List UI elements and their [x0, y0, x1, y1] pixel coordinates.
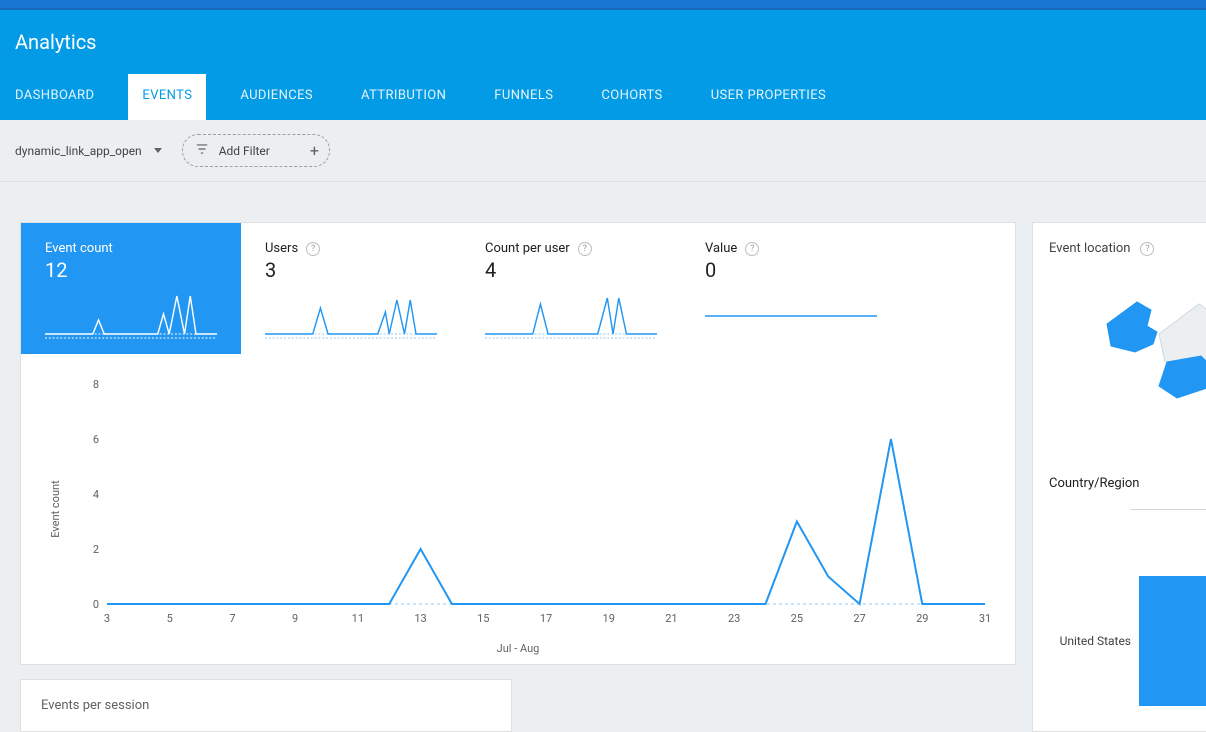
svg-text:6: 6	[93, 433, 99, 446]
add-filter-label: Add Filter	[219, 144, 270, 158]
svg-text:4: 4	[93, 488, 99, 501]
sparkline-value	[705, 294, 877, 340]
tab-user-properties[interactable]: USER PROPERTIES	[711, 74, 826, 120]
svg-text:15: 15	[477, 612, 489, 625]
svg-text:13: 13	[414, 612, 426, 625]
content-area: Event count 12 Users ?	[0, 182, 1206, 732]
main-column: Event count 12 Users ?	[20, 222, 1016, 732]
svg-text:25: 25	[791, 612, 803, 625]
help-icon[interactable]: ?	[1140, 242, 1154, 256]
tab-bar: DASHBOARD EVENTS AUDIENCES ATTRIBUTION F…	[0, 74, 1206, 120]
svg-text:3: 3	[104, 612, 110, 625]
svg-text:19: 19	[603, 612, 615, 625]
country-bar	[1139, 576, 1206, 706]
stat-label-text: Users	[265, 241, 298, 256]
stat-value: 12	[45, 258, 217, 282]
app-header: Analytics DASHBOARD EVENTS AUDIENCES ATT…	[0, 10, 1206, 120]
stat-value: 4	[485, 258, 657, 282]
tab-cohorts[interactable]: COHORTS	[601, 74, 662, 120]
tab-funnels[interactable]: FUNNELS	[494, 74, 553, 120]
sparkline-users	[265, 294, 437, 340]
svg-text:17: 17	[540, 612, 552, 625]
stat-value[interactable]: Value ? 0	[681, 223, 901, 354]
svg-text:29: 29	[916, 612, 928, 625]
stat-label: Count per user ?	[485, 241, 657, 256]
svg-text:21: 21	[665, 612, 677, 625]
line-chart-svg: 0 2 4 6 8 3 5 7 9 11 13 15 17 19 21 23 25 27 29 31	[77, 374, 995, 634]
svg-text:0: 0	[93, 598, 99, 611]
stat-event-count[interactable]: Event count 12	[21, 223, 241, 354]
event-select[interactable]: dynamic_link_app_open	[15, 140, 162, 162]
add-filter-button[interactable]: Add Filter +	[182, 134, 330, 167]
chevron-down-icon	[154, 148, 162, 153]
stat-value-number: 0	[705, 258, 877, 282]
filter-bar: dynamic_link_app_open Add Filter +	[0, 120, 1206, 182]
plus-icon: +	[310, 141, 319, 160]
svg-text:9: 9	[292, 612, 298, 625]
sparkline-event-count	[45, 294, 217, 340]
country-region-title: Country/Region	[1049, 476, 1206, 491]
tab-attribution[interactable]: ATTRIBUTION	[361, 74, 446, 120]
event-stats-card: Event count 12 Users ?	[20, 222, 1016, 665]
events-per-session-card: Events per session	[20, 679, 512, 732]
page-title: Analytics	[0, 10, 1206, 74]
event-location-title: Event location ?	[1049, 241, 1206, 256]
svg-text:7: 7	[229, 612, 235, 625]
sparkline-count-per-user	[485, 294, 657, 340]
stat-label-text: Value	[705, 241, 737, 256]
stat-label: Users ?	[265, 241, 437, 256]
title-text: Event location	[1049, 241, 1130, 256]
stat-label-text: Count per user	[485, 241, 570, 256]
filter-icon	[195, 142, 209, 159]
svg-text:11: 11	[352, 612, 364, 625]
stat-label: Event count	[45, 241, 217, 256]
svg-text:2: 2	[93, 543, 99, 556]
chart-ylabel: Event count	[49, 480, 62, 537]
svg-text:8: 8	[93, 378, 99, 391]
divider	[1131, 509, 1206, 510]
tab-dashboard[interactable]: DASHBOARD	[15, 74, 94, 120]
stat-label: Value ?	[705, 241, 877, 256]
event-location-card: Event location ? Country/Region United S…	[1032, 222, 1206, 732]
tab-audiences[interactable]: AUDIENCES	[240, 74, 313, 120]
stat-label-text: Event count	[45, 241, 113, 256]
help-icon[interactable]: ?	[745, 242, 759, 256]
country-label: United States	[1049, 634, 1131, 648]
svg-text:23: 23	[728, 612, 740, 625]
eps-title: Events per session	[41, 698, 149, 713]
tab-events[interactable]: EVENTS	[128, 74, 206, 120]
stat-users[interactable]: Users ? 3	[241, 223, 461, 354]
stat-value: 3	[265, 258, 437, 282]
event-select-value: dynamic_link_app_open	[15, 144, 142, 158]
main-chart: Event count 0 2 4 6 8 3 5 7 9 11 13 15 17 19 21 23 25 27 2…	[21, 354, 1015, 664]
chart-xlabel: Jul - Aug	[51, 642, 985, 655]
stat-count-per-user[interactable]: Count per user ? 4	[461, 223, 681, 354]
help-icon[interactable]: ?	[306, 242, 320, 256]
country-row: United States	[1049, 576, 1206, 706]
svg-text:5: 5	[167, 612, 173, 625]
svg-text:27: 27	[853, 612, 865, 625]
world-map	[1049, 264, 1206, 434]
stat-row: Event count 12 Users ?	[21, 223, 1015, 354]
window-topbar	[0, 0, 1206, 10]
svg-text:31: 31	[979, 612, 991, 625]
help-icon[interactable]: ?	[578, 242, 592, 256]
